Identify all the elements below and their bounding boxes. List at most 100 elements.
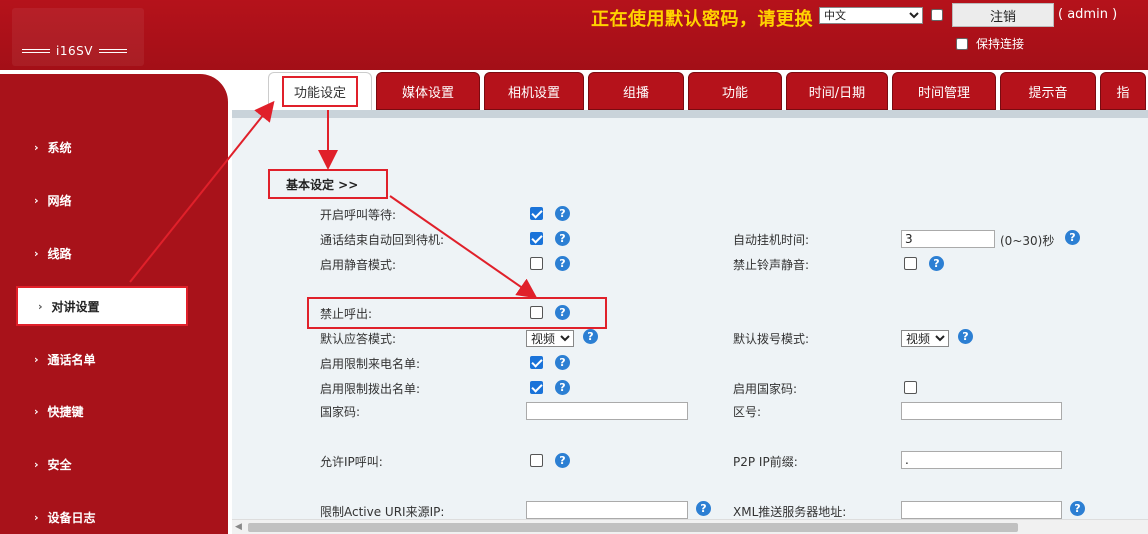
help-icon[interactable]: ?: [583, 329, 598, 344]
logout-button[interactable]: 注销: [952, 3, 1054, 27]
default-password-warning: 正在使用默认密码，请更换: [591, 9, 813, 30]
keep-connected-checkbox[interactable]: [956, 37, 968, 50]
restrict-active-uri-input[interactable]: [526, 501, 688, 519]
area-code-label: 区号:: [733, 405, 762, 419]
help-icon[interactable]: ?: [696, 501, 711, 516]
chevron-right-icon: ›: [38, 299, 43, 313]
call-waiting-label: 开启呼叫等待:: [320, 208, 397, 222]
chevron-right-icon: ›: [34, 457, 39, 471]
sidebar-item-intercom-settings[interactable]: › 对讲设置: [16, 286, 188, 326]
device-model: i16SV: [56, 44, 93, 58]
sidebar-item-system[interactable]: › 系统: [0, 127, 228, 167]
tab-label: 提示音: [1028, 85, 1068, 101]
disable-outgoing-checkbox[interactable]: [530, 306, 543, 319]
auto-standby-label: 通话结束自动回到待机:: [320, 233, 445, 247]
tab-camera-settings[interactable]: 相机设置: [484, 72, 584, 110]
p2p-ip-prefix-input[interactable]: [901, 451, 1062, 469]
disable-ring-mute-label: 禁止铃声静音:: [733, 258, 810, 272]
tab-more[interactable]: 指: [1100, 72, 1146, 110]
chevron-right-icon: ›: [34, 510, 39, 524]
tab-multicast[interactable]: 组播: [588, 72, 684, 110]
default-answer-mode-select[interactable]: 视频: [526, 330, 574, 347]
disable-ring-mute-checkbox[interactable]: [904, 257, 917, 270]
scroll-left-icon[interactable]: ◀: [235, 522, 242, 532]
sidebar-item-label: 系统: [47, 140, 72, 155]
chevron-right-icon: ›: [34, 246, 39, 260]
country-code-input[interactable]: [526, 402, 688, 420]
tab-label: 相机设置: [507, 85, 560, 101]
tab-media-settings[interactable]: 媒体设置: [376, 72, 480, 110]
help-icon[interactable]: ?: [555, 355, 570, 370]
tab-prompt-tone[interactable]: 提示音: [1000, 72, 1096, 110]
tab-time-date[interactable]: 时间/日期: [786, 72, 888, 110]
chevron-right-icon: ›: [34, 193, 39, 207]
auto-standby-checkbox[interactable]: [530, 232, 543, 245]
help-icon[interactable]: ?: [555, 453, 570, 468]
tab-label: 组播: [622, 85, 649, 101]
tab-bar: 功能设定 媒体设置 相机设置 组播 功能 时间/日期 时间管理 提示音 指: [268, 72, 1146, 112]
enable-country-code-checkbox[interactable]: [904, 381, 917, 394]
help-icon[interactable]: ?: [958, 329, 973, 344]
restrict-incoming-checkbox[interactable]: [530, 356, 543, 369]
auto-hangup-time-input[interactable]: [901, 230, 995, 248]
silent-mode-label: 启用静音模式:: [320, 258, 397, 272]
top-header: i16SV 正在使用默认密码，请更换 中文 注销 ( admin ) 保持连接: [0, 0, 1148, 70]
silent-mode-checkbox[interactable]: [530, 257, 543, 270]
sidebar-item-network[interactable]: › 网络: [0, 180, 228, 220]
keep-connected[interactable]: 保持连接: [956, 35, 1024, 52]
help-icon[interactable]: ?: [555, 206, 570, 221]
sidebar-item-label: 通话名单: [47, 352, 96, 367]
tab-label: 指: [1116, 85, 1130, 101]
tab-label: 功能: [721, 85, 748, 101]
sidebar-item-device-log[interactable]: › 设备日志: [0, 497, 228, 534]
sidebar-item-label: 设备日志: [47, 510, 96, 525]
restrict-outgoing-label: 启用限制拨出名单:: [320, 382, 421, 396]
call-waiting-checkbox[interactable]: [530, 207, 543, 220]
help-icon[interactable]: ?: [555, 305, 570, 320]
allow-ip-call-label: 允许IP呼叫:: [320, 455, 383, 469]
help-icon[interactable]: ?: [555, 256, 570, 271]
help-icon[interactable]: ?: [555, 380, 570, 395]
tab-label: 时间/日期: [808, 85, 866, 101]
tab-feature-settings[interactable]: 功能设定: [268, 72, 372, 110]
sidebar-item-label: 线路: [47, 246, 72, 261]
scrollbar-thumb[interactable]: [248, 523, 1018, 532]
sidebar-item-security[interactable]: › 安全: [0, 444, 228, 484]
xml-push-server-label: XML推送服务器地址:: [733, 505, 847, 519]
help-icon[interactable]: ?: [929, 256, 944, 271]
tab-time-management[interactable]: 时间管理: [892, 72, 996, 110]
header-checkbox[interactable]: [931, 9, 943, 21]
default-answer-mode-label: 默认应答模式:: [320, 332, 397, 346]
help-icon[interactable]: ?: [555, 231, 570, 246]
tab-label: 媒体设置: [401, 85, 454, 101]
allow-ip-call-checkbox[interactable]: [530, 454, 543, 467]
sidebar-item-call-list[interactable]: › 通话名单: [0, 339, 228, 379]
device-logo: i16SV: [22, 44, 127, 58]
sidebar-item-label: 对讲设置: [51, 299, 100, 314]
restrict-active-uri-label: 限制Active URI来源IP:: [320, 505, 445, 519]
language-select[interactable]: 中文: [819, 7, 923, 24]
help-icon[interactable]: ?: [1070, 501, 1085, 516]
sidebar-item-label: 网络: [47, 193, 72, 208]
sidebar-item-shortcuts[interactable]: › 快捷键: [0, 391, 228, 431]
tab-label: 功能设定: [281, 76, 358, 107]
xml-push-server-input[interactable]: [901, 501, 1062, 519]
sidebar-item-line[interactable]: › 线路: [0, 233, 228, 273]
restrict-incoming-label: 启用限制来电名单:: [320, 357, 421, 371]
country-code-label: 国家码:: [320, 405, 361, 419]
keep-connected-label: 保持连接: [976, 37, 1025, 51]
auto-hangup-time-label: 自动挂机时间:: [733, 233, 810, 247]
tab-label: 时间管理: [917, 85, 970, 101]
restrict-outgoing-checkbox[interactable]: [530, 381, 543, 394]
logo-line-right: [98, 49, 127, 53]
area-code-input[interactable]: [901, 402, 1062, 420]
horizontal-scrollbar[interactable]: ◀: [232, 519, 1148, 534]
section-title-basic-settings[interactable]: 基本设定 >>: [268, 169, 388, 199]
sidebar-item-label: 快捷键: [47, 404, 84, 419]
default-dial-mode-select[interactable]: 视频: [901, 330, 949, 347]
p2p-ip-prefix-label: P2P IP前缀:: [733, 455, 798, 469]
sidebar-item-label: 安全: [47, 457, 72, 472]
help-icon[interactable]: ?: [1065, 230, 1080, 245]
logo-line-left: [22, 49, 50, 53]
tab-features[interactable]: 功能: [688, 72, 782, 110]
